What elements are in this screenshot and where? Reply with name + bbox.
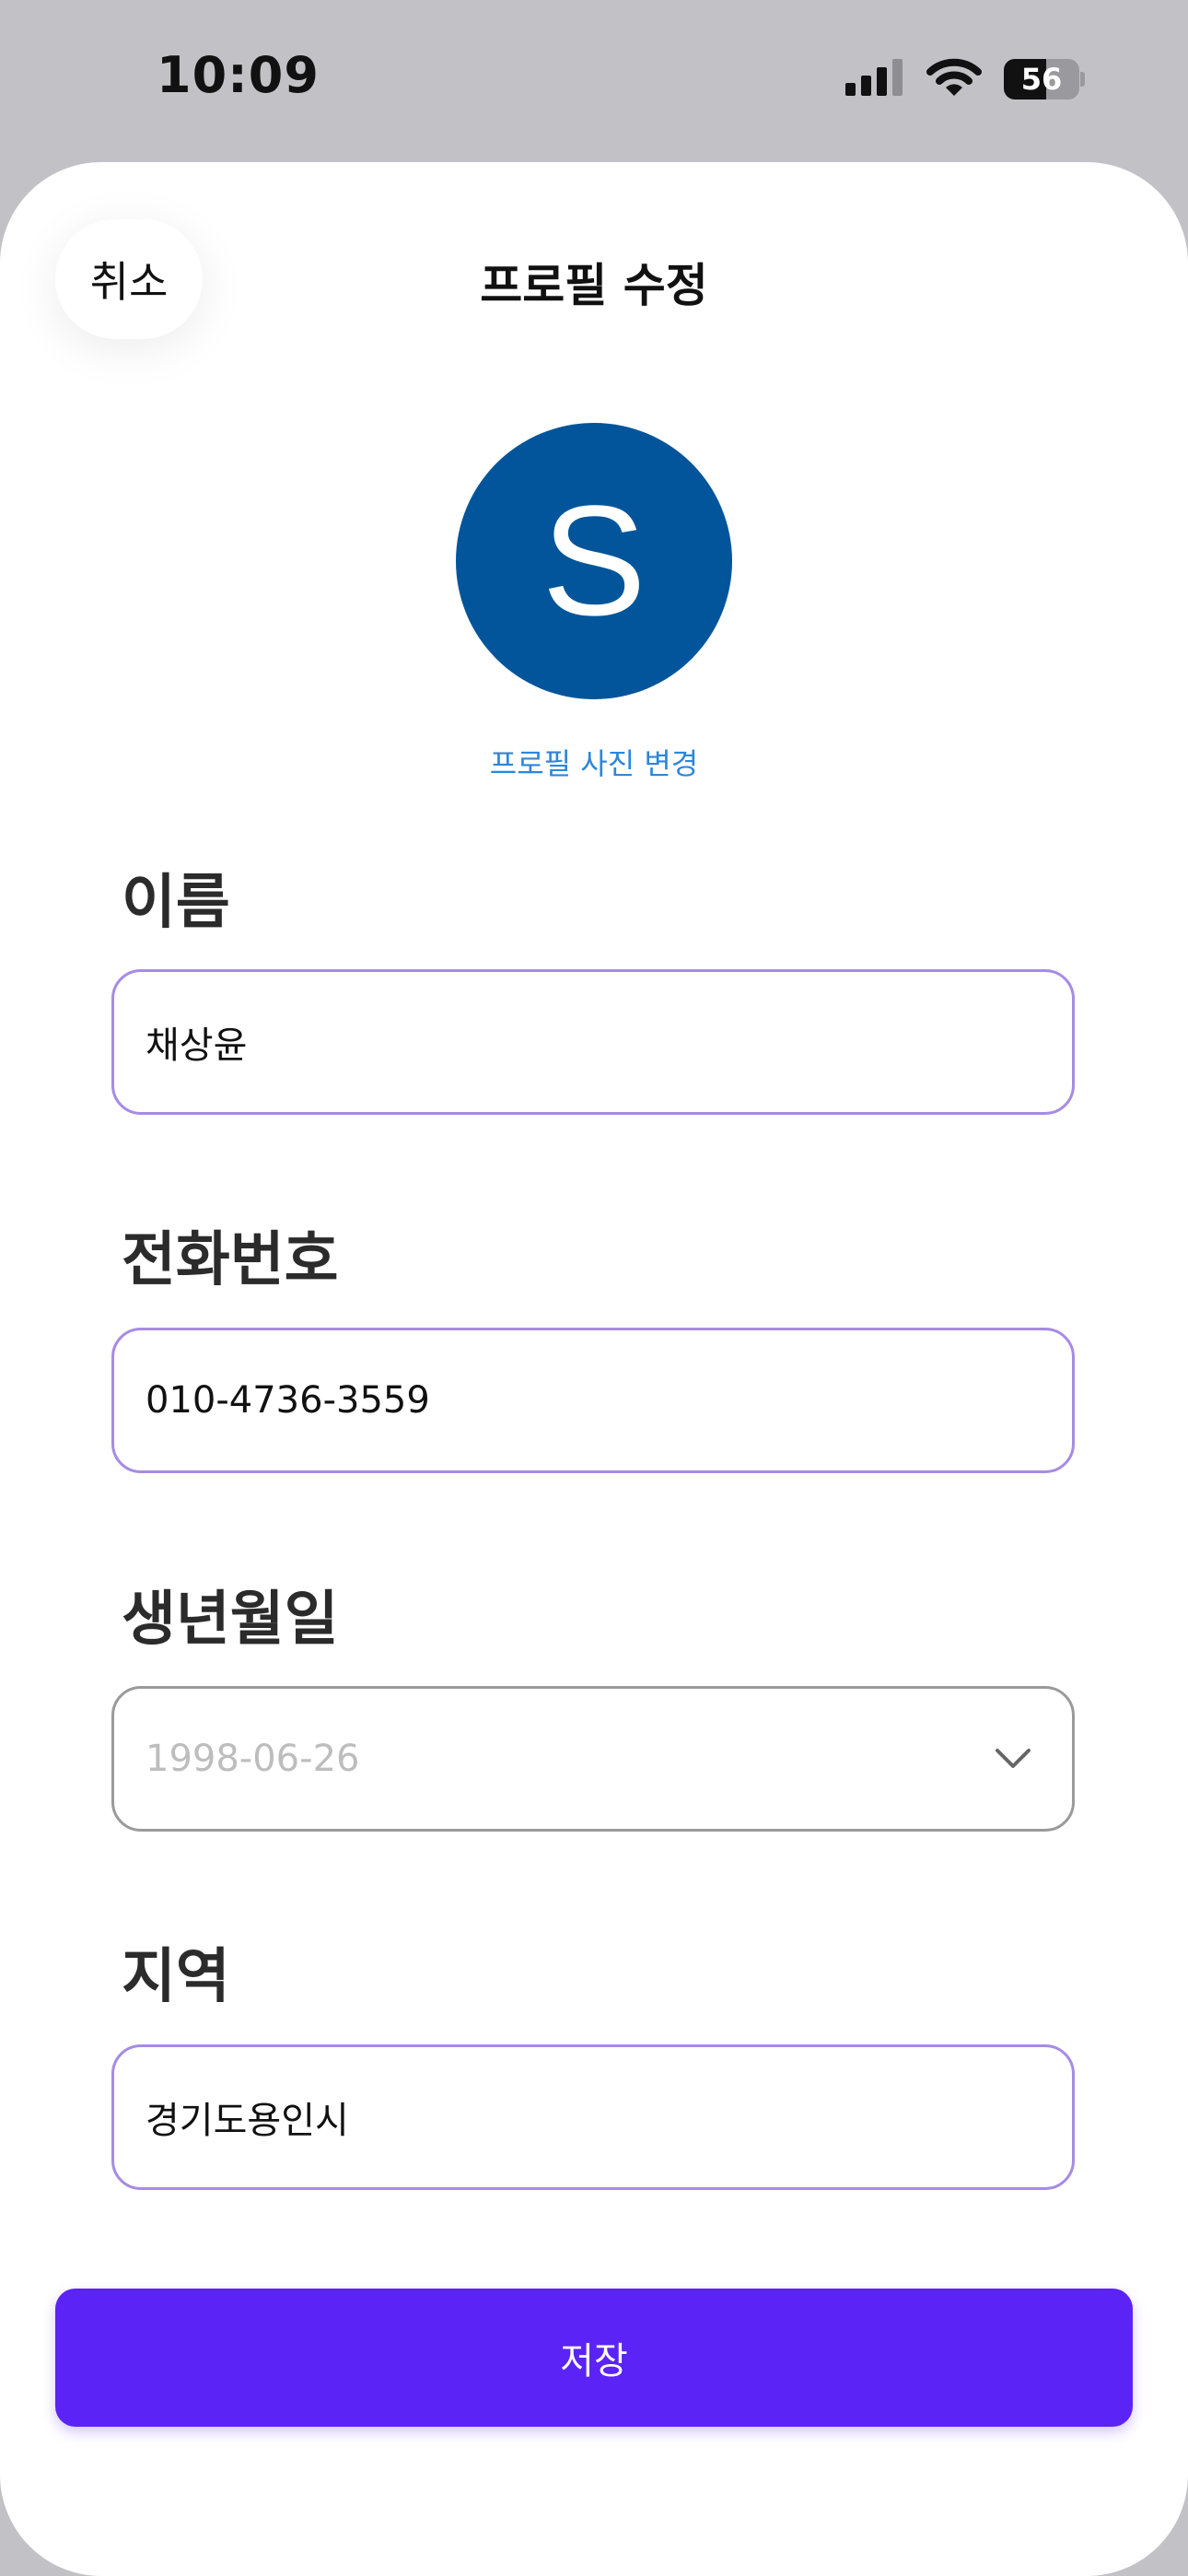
birthdate-value: 1998-06-26 [146,1738,360,1780]
phone-value: 010-4736-3559 [146,1379,430,1422]
battery-level: 56 [1020,62,1063,97]
name-label: 이름 [122,869,230,937]
chevron-down-icon [995,1740,1031,1777]
save-button[interactable]: 저장 [55,2289,1133,2427]
cellular-signal-icon [845,59,904,100]
region-label: 지역 [122,1943,230,2011]
phone-label: 전화번호 [122,1226,339,1294]
birthdate-label: 생년월일 [122,1586,339,1654]
name-value: 채상윤 [146,1025,248,1067]
status-icons: 56 [845,57,1085,101]
name-field[interactable]: 채상윤 [111,969,1075,1115]
region-value: 경기도용인시 [146,2100,349,2142]
status-time: 10:09 [157,46,320,104]
page-title: 프로필 수정 [480,259,708,312]
region-field[interactable]: 경기도용인시 [111,2044,1075,2190]
change-profile-photo-link[interactable]: 프로필 사진 변경 [0,741,1188,783]
status-bar: 10:09 56 [0,0,1188,162]
battery-icon: 56 [1004,59,1085,100]
wifi-icon [926,57,982,101]
edit-profile-sheet: 취소 프로필 수정 S 프로필 사진 변경 이름 채상윤 전화번호 010-47… [0,162,1188,2576]
phone-field[interactable]: 010-4736-3559 [111,1328,1075,1473]
avatar[interactable]: S [456,423,732,699]
birthdate-select[interactable]: 1998-06-26 [111,1686,1075,1832]
